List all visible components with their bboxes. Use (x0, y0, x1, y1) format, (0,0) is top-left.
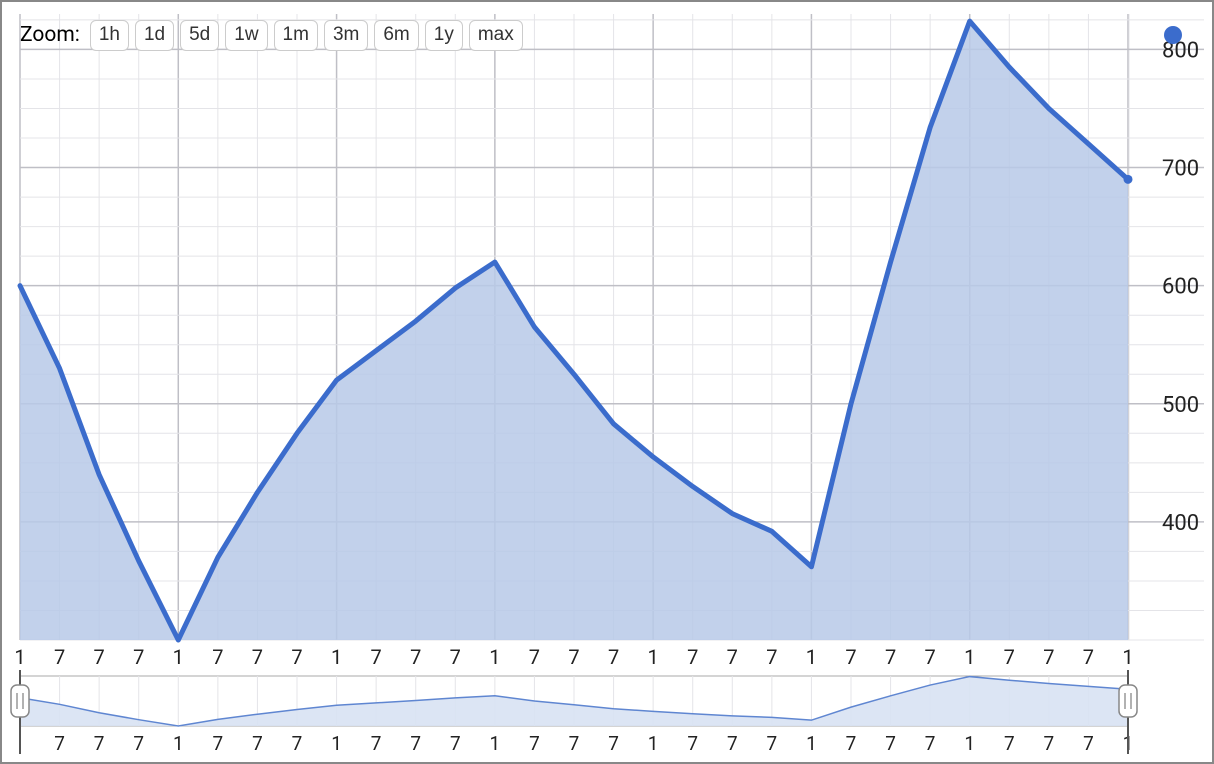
series-end-point (1124, 175, 1133, 184)
chart-container: Zoom: 1h 1d 5d 1w 1m 3m 6m 1y max 400 500… (0, 0, 1214, 764)
zoom-button-1w[interactable]: 1w (225, 20, 267, 51)
chart-svg: 4005006007008001777177717771777177717771… (10, 10, 1208, 758)
x-tick-label: 1 (806, 645, 817, 669)
y-tick-label: 400 (1162, 511, 1199, 536)
x-tick-label: 7 (687, 645, 698, 669)
overview-tick-label: 1 (806, 732, 817, 755)
x-tick-label: 1 (964, 645, 975, 669)
zoom-button-5d[interactable]: 5d (180, 20, 219, 51)
x-tick-label: 7 (371, 645, 382, 669)
x-tick-label: 7 (252, 645, 263, 669)
x-tick-label: 1 (331, 645, 342, 669)
zoom-button-1d[interactable]: 1d (135, 20, 174, 51)
overview-tick-label: 7 (569, 732, 580, 755)
zoom-button-6m[interactable]: 6m (374, 20, 418, 51)
overview-tick-label: 7 (450, 732, 461, 755)
zoom-button-1y[interactable]: 1y (425, 20, 463, 51)
x-tick-label: 1 (173, 645, 184, 669)
x-tick-label: 7 (529, 645, 540, 669)
overview-tick-label: 7 (133, 732, 144, 755)
zoom-button-1m[interactable]: 1m (274, 20, 318, 51)
overview-tick-label: 7 (687, 732, 698, 755)
overview-tick-label: 7 (410, 732, 421, 755)
x-tick-label: 1 (489, 645, 500, 669)
x-tick-label: 7 (925, 645, 936, 669)
overview-tick-label: 7 (529, 732, 540, 755)
x-tick-label: 7 (54, 645, 65, 669)
overview-tick-label: 7 (846, 732, 857, 755)
plot-area: 4005006007008001777177717771777177717771… (10, 10, 1204, 754)
legend-series-dot[interactable] (1164, 26, 1182, 44)
x-tick-label: 7 (212, 645, 223, 669)
x-tick-label: 7 (1004, 645, 1015, 669)
y-tick-label: 700 (1162, 157, 1199, 182)
overview-tick-label: 7 (1044, 732, 1055, 755)
overview-tick-label: 7 (727, 732, 738, 755)
zoom-controls: Zoom: 1h 1d 5d 1w 1m 3m 6m 1y max (20, 20, 523, 51)
x-tick-label: 7 (845, 645, 856, 669)
overview-tick-label: 7 (1004, 732, 1015, 755)
x-tick-label: 1 (648, 645, 659, 669)
x-tick-label: 7 (1043, 645, 1054, 669)
overview-tick-label: 7 (371, 732, 382, 755)
overview-tick-label: 7 (885, 732, 896, 755)
x-tick-label: 7 (450, 645, 461, 669)
zoom-label: Zoom: (20, 23, 80, 47)
overview-tick-label: 7 (767, 732, 778, 755)
overview-tick-label: 7 (252, 732, 263, 755)
overview-tick-label: 1 (331, 732, 342, 755)
overview-tick-label: 1 (964, 732, 975, 755)
x-tick-label: 7 (291, 645, 302, 669)
x-tick-label: 7 (608, 645, 619, 669)
x-tick-label: 7 (410, 645, 421, 669)
x-tick-label: 7 (885, 645, 896, 669)
overview-tick-label: 7 (54, 732, 65, 755)
overview-tick-label: 7 (925, 732, 936, 755)
zoom-button-max[interactable]: max (469, 20, 523, 51)
zoom-button-3m[interactable]: 3m (324, 20, 368, 51)
overview-tick-label: 1 (648, 732, 659, 755)
overview-tick-label: 7 (213, 732, 224, 755)
overview-tick-label: 7 (608, 732, 619, 755)
overview-tick-label: 7 (94, 732, 105, 755)
zoom-button-1h[interactable]: 1h (90, 20, 129, 51)
x-tick-label: 1 (14, 645, 25, 669)
x-tick-label: 7 (727, 645, 738, 669)
y-tick-label: 600 (1162, 275, 1199, 300)
x-tick-label: 7 (766, 645, 777, 669)
overview-tick-label: 7 (292, 732, 303, 755)
x-tick-label: 7 (133, 645, 144, 669)
x-tick-label: 7 (568, 645, 579, 669)
y-tick-label: 500 (1162, 393, 1199, 418)
range-handle-left[interactable] (11, 670, 29, 754)
x-tick-label: 7 (94, 645, 105, 669)
x-tick-label: 1 (1122, 645, 1133, 669)
overview-tick-label: 7 (1083, 732, 1094, 755)
x-tick-label: 7 (1083, 645, 1094, 669)
overview-tick-label: 1 (490, 732, 501, 755)
overview-tick-label: 1 (173, 732, 184, 755)
